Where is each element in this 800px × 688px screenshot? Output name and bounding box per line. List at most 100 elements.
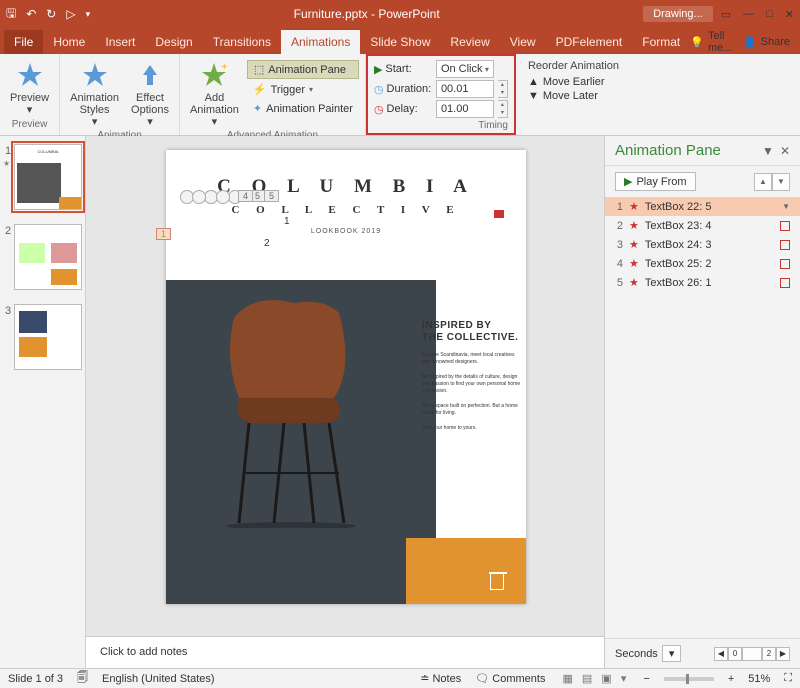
- scroll-right-icon[interactable]: ▶: [776, 647, 790, 661]
- spellcheck-icon[interactable]: 🗐: [77, 669, 88, 688]
- save-icon[interactable]: 🖫: [6, 4, 16, 25]
- move-later-button[interactable]: ▼Move Later: [528, 90, 619, 102]
- sa-node[interactable]: [192, 190, 206, 204]
- anim-num: 1: [284, 216, 290, 227]
- view-buttons: ▦ ▤ ▣ ▾: [559, 672, 629, 685]
- language-status[interactable]: English (United States): [102, 673, 215, 685]
- tab-transitions[interactable]: Transitions: [203, 30, 281, 54]
- tab-design[interactable]: Design: [145, 30, 202, 54]
- chair-icon: [490, 572, 504, 590]
- preview-star-icon: [15, 60, 45, 90]
- svg-text:+: +: [221, 61, 227, 73]
- animation-item[interactable]: 5★TextBox 26: 1: [605, 273, 800, 292]
- arrow-down-icon: ▼: [528, 90, 539, 102]
- minimize-icon[interactable]: —: [743, 8, 754, 21]
- arrow-up-icon: ▲: [528, 76, 539, 88]
- delay-spinner[interactable]: ▴▾: [498, 100, 508, 118]
- window-buttons: ▭ — □ ✕: [721, 8, 794, 21]
- hero-image: [166, 280, 436, 604]
- duration-input[interactable]: 00.01: [436, 80, 494, 98]
- tab-slideshow[interactable]: Slide Show: [360, 30, 440, 54]
- scroll-left-icon[interactable]: ◀: [714, 647, 728, 661]
- share-button[interactable]: 👤Share: [743, 36, 790, 49]
- sorter-view-icon[interactable]: ▤: [582, 673, 592, 685]
- tab-file[interactable]: File: [4, 30, 43, 54]
- zoom-out-icon[interactable]: −: [643, 673, 649, 685]
- play-icon: ▶: [374, 63, 382, 76]
- quick-access-toolbar: 🖫 ↶ ↻ ▷ ▾: [6, 4, 90, 25]
- slide-canvas[interactable]: C O L U M B I A C O L L E C T I V E LOOK…: [86, 136, 604, 668]
- close-icon[interactable]: ✕: [785, 8, 794, 21]
- group-preview-label: Preview: [6, 119, 53, 133]
- tab-insert[interactable]: Insert: [95, 30, 145, 54]
- undo-icon[interactable]: ↶: [26, 7, 36, 21]
- tab-review[interactable]: Review: [440, 30, 499, 54]
- zoom-slider[interactable]: [664, 677, 714, 681]
- normal-view-icon[interactable]: ▦: [562, 673, 572, 685]
- notes-toggle[interactable]: ≐ Notes: [420, 672, 461, 685]
- title-bar: 🖫 ↶ ↻ ▷ ▾ Furniture.pptx - PowerPoint Dr…: [0, 0, 800, 28]
- painter-icon: ✦: [253, 102, 262, 115]
- tab-format[interactable]: Format: [632, 30, 690, 54]
- delay-input[interactable]: 01.00: [436, 100, 494, 118]
- animation-pane-footer: Seconds ▾ ◀ 0 2 ▶: [605, 638, 800, 668]
- ribbon-options-icon[interactable]: ▭: [721, 8, 731, 21]
- reading-view-icon[interactable]: ▣: [601, 673, 611, 685]
- thumbnail-2[interactable]: 2: [14, 224, 82, 290]
- accent-block: [406, 538, 526, 604]
- preview-button[interactable]: Preview▾: [6, 58, 53, 118]
- comments-toggle[interactable]: 🗨 Comments: [475, 672, 545, 685]
- animation-item[interactable]: 3★TextBox 24: 3: [605, 235, 800, 254]
- move-down-button[interactable]: ▼: [772, 173, 790, 191]
- animation-item[interactable]: 2★TextBox 23: 4: [605, 216, 800, 235]
- chevron-down-icon[interactable]: ▼: [782, 202, 790, 211]
- trigger-icon: ⚡: [253, 83, 267, 96]
- animation-item[interactable]: 4★TextBox 25: 2: [605, 254, 800, 273]
- tab-animations[interactable]: Animations: [281, 30, 360, 54]
- redo-icon[interactable]: ↻: [46, 7, 56, 21]
- seconds-dropdown[interactable]: ▾: [662, 645, 682, 662]
- thumbnail-3[interactable]: 3: [14, 304, 82, 370]
- play-from-button[interactable]: ▶Play From: [615, 172, 696, 191]
- contextual-tab-label: Drawing...: [643, 6, 713, 22]
- pane-close-icon[interactable]: ✕: [780, 144, 790, 158]
- anim-tag[interactable]: 5: [264, 190, 279, 202]
- star-icon: ★: [629, 200, 639, 213]
- notes-pane[interactable]: Click to add notes: [86, 636, 604, 668]
- slide-counter[interactable]: Slide 1 of 3: [8, 673, 63, 685]
- zoom-percent[interactable]: 51%: [748, 673, 770, 685]
- tab-pdfelement[interactable]: PDFelement: [546, 30, 633, 54]
- window-title: Furniture.pptx - PowerPoint: [90, 7, 643, 21]
- animation-painter-button[interactable]: ✦Animation Painter: [247, 100, 359, 117]
- body-text: INSPIRED BY THE COLLECTIVE. Explore Scan…: [422, 320, 522, 432]
- tab-view[interactable]: View: [500, 30, 546, 54]
- move-up-button[interactable]: ▲: [754, 173, 772, 191]
- animation-styles-button[interactable]: Animation Styles▾: [66, 58, 123, 130]
- maximize-icon[interactable]: □: [766, 8, 773, 21]
- add-animation-button[interactable]: + Add Animation▾: [186, 58, 243, 130]
- chair-illustration: [204, 288, 384, 528]
- share-icon: 👤: [743, 36, 757, 49]
- scroll-pos: 0: [728, 647, 742, 661]
- fit-to-window-icon[interactable]: ⛶: [784, 672, 792, 685]
- animation-item[interactable]: 1★TextBox 22: 5▼: [605, 197, 800, 216]
- sa-node[interactable]: [216, 190, 230, 204]
- duration-spinner[interactable]: ▴▾: [498, 80, 508, 98]
- zoom-in-icon[interactable]: +: [728, 673, 734, 685]
- play-icon: ▶: [624, 175, 632, 188]
- anim-tag[interactable]: 1: [156, 228, 171, 240]
- trigger-button[interactable]: ⚡Trigger▾: [247, 81, 359, 98]
- animation-pane-button[interactable]: ⬚Animation Pane: [247, 60, 359, 79]
- slideshow-view-icon[interactable]: ▾: [621, 673, 627, 685]
- effect-options-button[interactable]: Effect Options▾: [127, 58, 173, 130]
- thumbnail-1[interactable]: 1 ★ COLUMBIA: [14, 144, 82, 210]
- start-from-beginning-icon[interactable]: ▷: [66, 7, 75, 21]
- pane-dropdown-icon[interactable]: ▼: [762, 144, 774, 158]
- anim-tag[interactable]: 4: [238, 190, 253, 202]
- tell-me-search[interactable]: 💡Tell me...: [690, 30, 735, 54]
- start-dropdown[interactable]: On Click▾: [436, 60, 494, 78]
- tab-home[interactable]: Home: [43, 30, 95, 54]
- animation-list: 1★TextBox 22: 5▼ 2★TextBox 23: 4 3★TextB…: [605, 197, 800, 638]
- scroll-track[interactable]: [742, 647, 762, 661]
- star-icon: [80, 60, 110, 90]
